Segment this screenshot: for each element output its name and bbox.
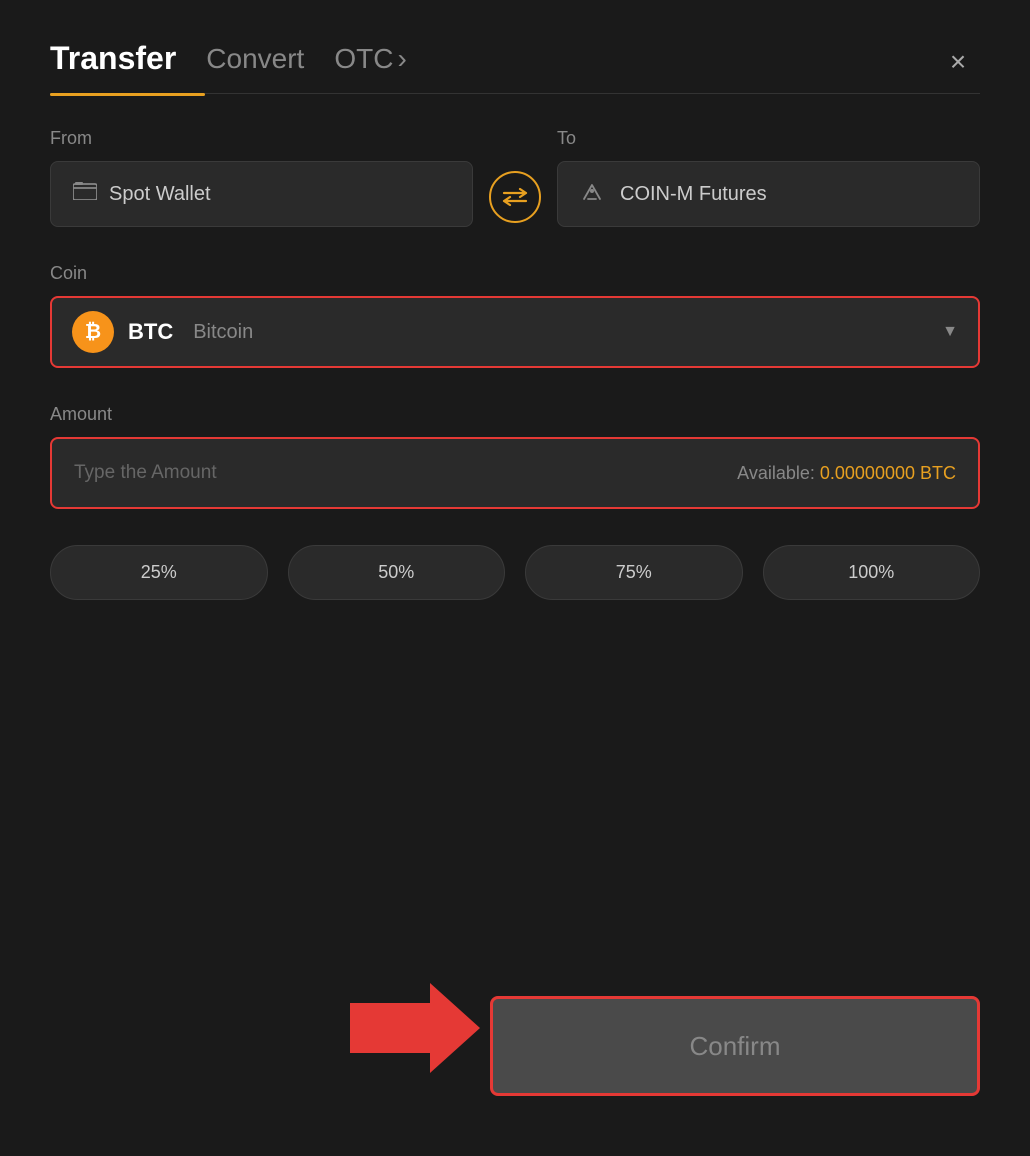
percent-25-button[interactable]: 25% bbox=[50, 545, 268, 600]
coin-dropdown[interactable]: ₿ BTC Bitcoin ▼ bbox=[50, 296, 980, 368]
to-wallet-text: COIN-M Futures bbox=[620, 183, 767, 206]
available-text: Available: 0.00000000 BTC bbox=[737, 463, 956, 484]
to-section: To COIN-M Futures bbox=[557, 128, 980, 227]
amount-input[interactable] bbox=[74, 462, 727, 484]
available-amount: 0.00000000 BTC bbox=[820, 463, 956, 483]
amount-label: Amount bbox=[50, 404, 112, 424]
tab-underline-active bbox=[50, 93, 205, 96]
from-label: From bbox=[50, 128, 473, 149]
btc-symbol: BTC bbox=[128, 319, 173, 345]
to-label: To bbox=[557, 128, 980, 149]
tab-otc[interactable]: OTC › bbox=[334, 43, 406, 75]
transfer-modal: Transfer Convert OTC › × From Spot bbox=[0, 0, 1030, 1156]
futures-icon bbox=[580, 181, 604, 208]
swap-btn-container bbox=[473, 171, 557, 227]
confirm-button[interactable]: Confirm bbox=[490, 996, 980, 1096]
tab-transfer[interactable]: Transfer bbox=[50, 40, 176, 77]
amount-section: Amount Available: 0.00000000 BTC bbox=[50, 404, 980, 509]
coin-section: Coin ₿ BTC Bitcoin ▼ bbox=[50, 263, 980, 368]
from-to-row: From Spot Wallet bbox=[50, 128, 980, 227]
tab-convert[interactable]: Convert bbox=[206, 43, 304, 75]
percent-100-button[interactable]: 100% bbox=[763, 545, 981, 600]
otc-chevron-icon: › bbox=[397, 43, 406, 75]
chevron-down-icon: ▼ bbox=[942, 323, 958, 341]
close-button[interactable]: × bbox=[936, 40, 980, 84]
tab-underline-row bbox=[50, 93, 980, 96]
wallet-icon bbox=[73, 182, 97, 206]
percent-75-button[interactable]: 75% bbox=[525, 545, 743, 600]
coin-label: Coin bbox=[50, 263, 87, 283]
from-wallet-box[interactable]: Spot Wallet bbox=[50, 161, 473, 227]
amount-box: Available: 0.00000000 BTC bbox=[50, 437, 980, 509]
header: Transfer Convert OTC › × bbox=[50, 40, 980, 77]
arrow-indicator bbox=[350, 983, 480, 1078]
btc-icon: ₿ bbox=[72, 311, 114, 353]
swap-button[interactable] bbox=[489, 171, 541, 223]
btc-name: Bitcoin bbox=[193, 321, 253, 344]
bottom-area: Confirm bbox=[50, 996, 980, 1096]
from-wallet-text: Spot Wallet bbox=[109, 183, 211, 206]
percent-50-button[interactable]: 50% bbox=[288, 545, 506, 600]
to-wallet-box[interactable]: COIN-M Futures bbox=[557, 161, 980, 227]
from-section: From Spot Wallet bbox=[50, 128, 473, 227]
percent-row: 25% 50% 75% 100% bbox=[50, 545, 980, 600]
